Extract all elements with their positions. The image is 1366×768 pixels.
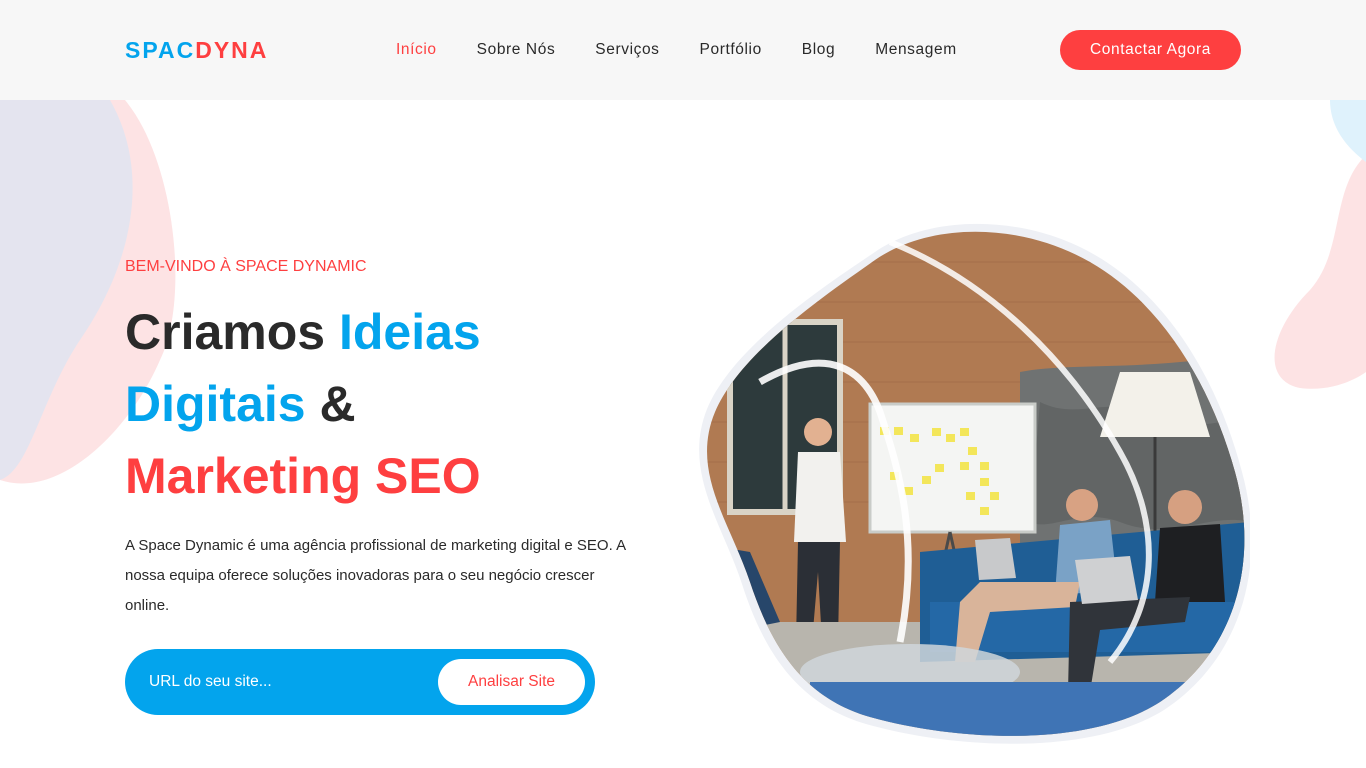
hero-eyebrow: BEM-VINDO À SPACE DYNAMIC: [125, 258, 367, 275]
hero-title-part5: Marketing SEO: [125, 448, 481, 504]
analyze-site-button[interactable]: Analisar Site: [438, 659, 585, 705]
logo-part-red: DYNA: [195, 37, 269, 63]
site-analysis-form: Analisar Site: [125, 649, 595, 715]
hero-title-part2: Ideias: [338, 304, 481, 360]
hero-description: A Space Dynamic é uma agência profission…: [125, 537, 626, 614]
nav-item-blog[interactable]: Blog: [802, 38, 835, 62]
main-nav: Início Sobre Nós Serviços Portfólio Blog…: [396, 38, 957, 62]
laptop-1: [975, 538, 1016, 580]
left-lavender-blob: [0, 100, 133, 480]
laptop-2: [1075, 556, 1138, 604]
hero-title-part4: &: [305, 376, 356, 432]
right-pink-blob: [1274, 155, 1366, 389]
person-seated-2-head: [1168, 490, 1202, 524]
person-seated-1-head: [1066, 489, 1098, 521]
site-header: SPACDYNA Início Sobre Nós Serviços Portf…: [0, 0, 1366, 100]
site-url-input[interactable]: [149, 666, 439, 698]
presenter-body: [794, 452, 846, 542]
hero-title-part1: Criamos: [125, 304, 339, 360]
presenter-head: [804, 418, 832, 446]
logo[interactable]: SPACDYNA: [125, 36, 268, 64]
contact-now-button[interactable]: Contactar Agora: [1060, 30, 1241, 70]
nav-item-sobre-nos[interactable]: Sobre Nós: [477, 38, 556, 62]
right-blue-blob: [1330, 100, 1366, 162]
nav-item-mensagem[interactable]: Mensagem: [875, 38, 956, 62]
person-seated-2-body: [1155, 524, 1225, 602]
nav-item-servicos[interactable]: Serviços: [595, 38, 659, 62]
hero-title-part3: Digitais: [125, 376, 306, 432]
nav-item-portfolio[interactable]: Portfólio: [700, 38, 762, 62]
nav-item-inicio[interactable]: Início: [396, 38, 437, 62]
logo-part-blue: SPAC: [125, 37, 196, 63]
hero-title: Criamos Ideias Digitais & Marketing SEO: [125, 296, 645, 512]
hero-image: [699, 223, 1250, 744]
